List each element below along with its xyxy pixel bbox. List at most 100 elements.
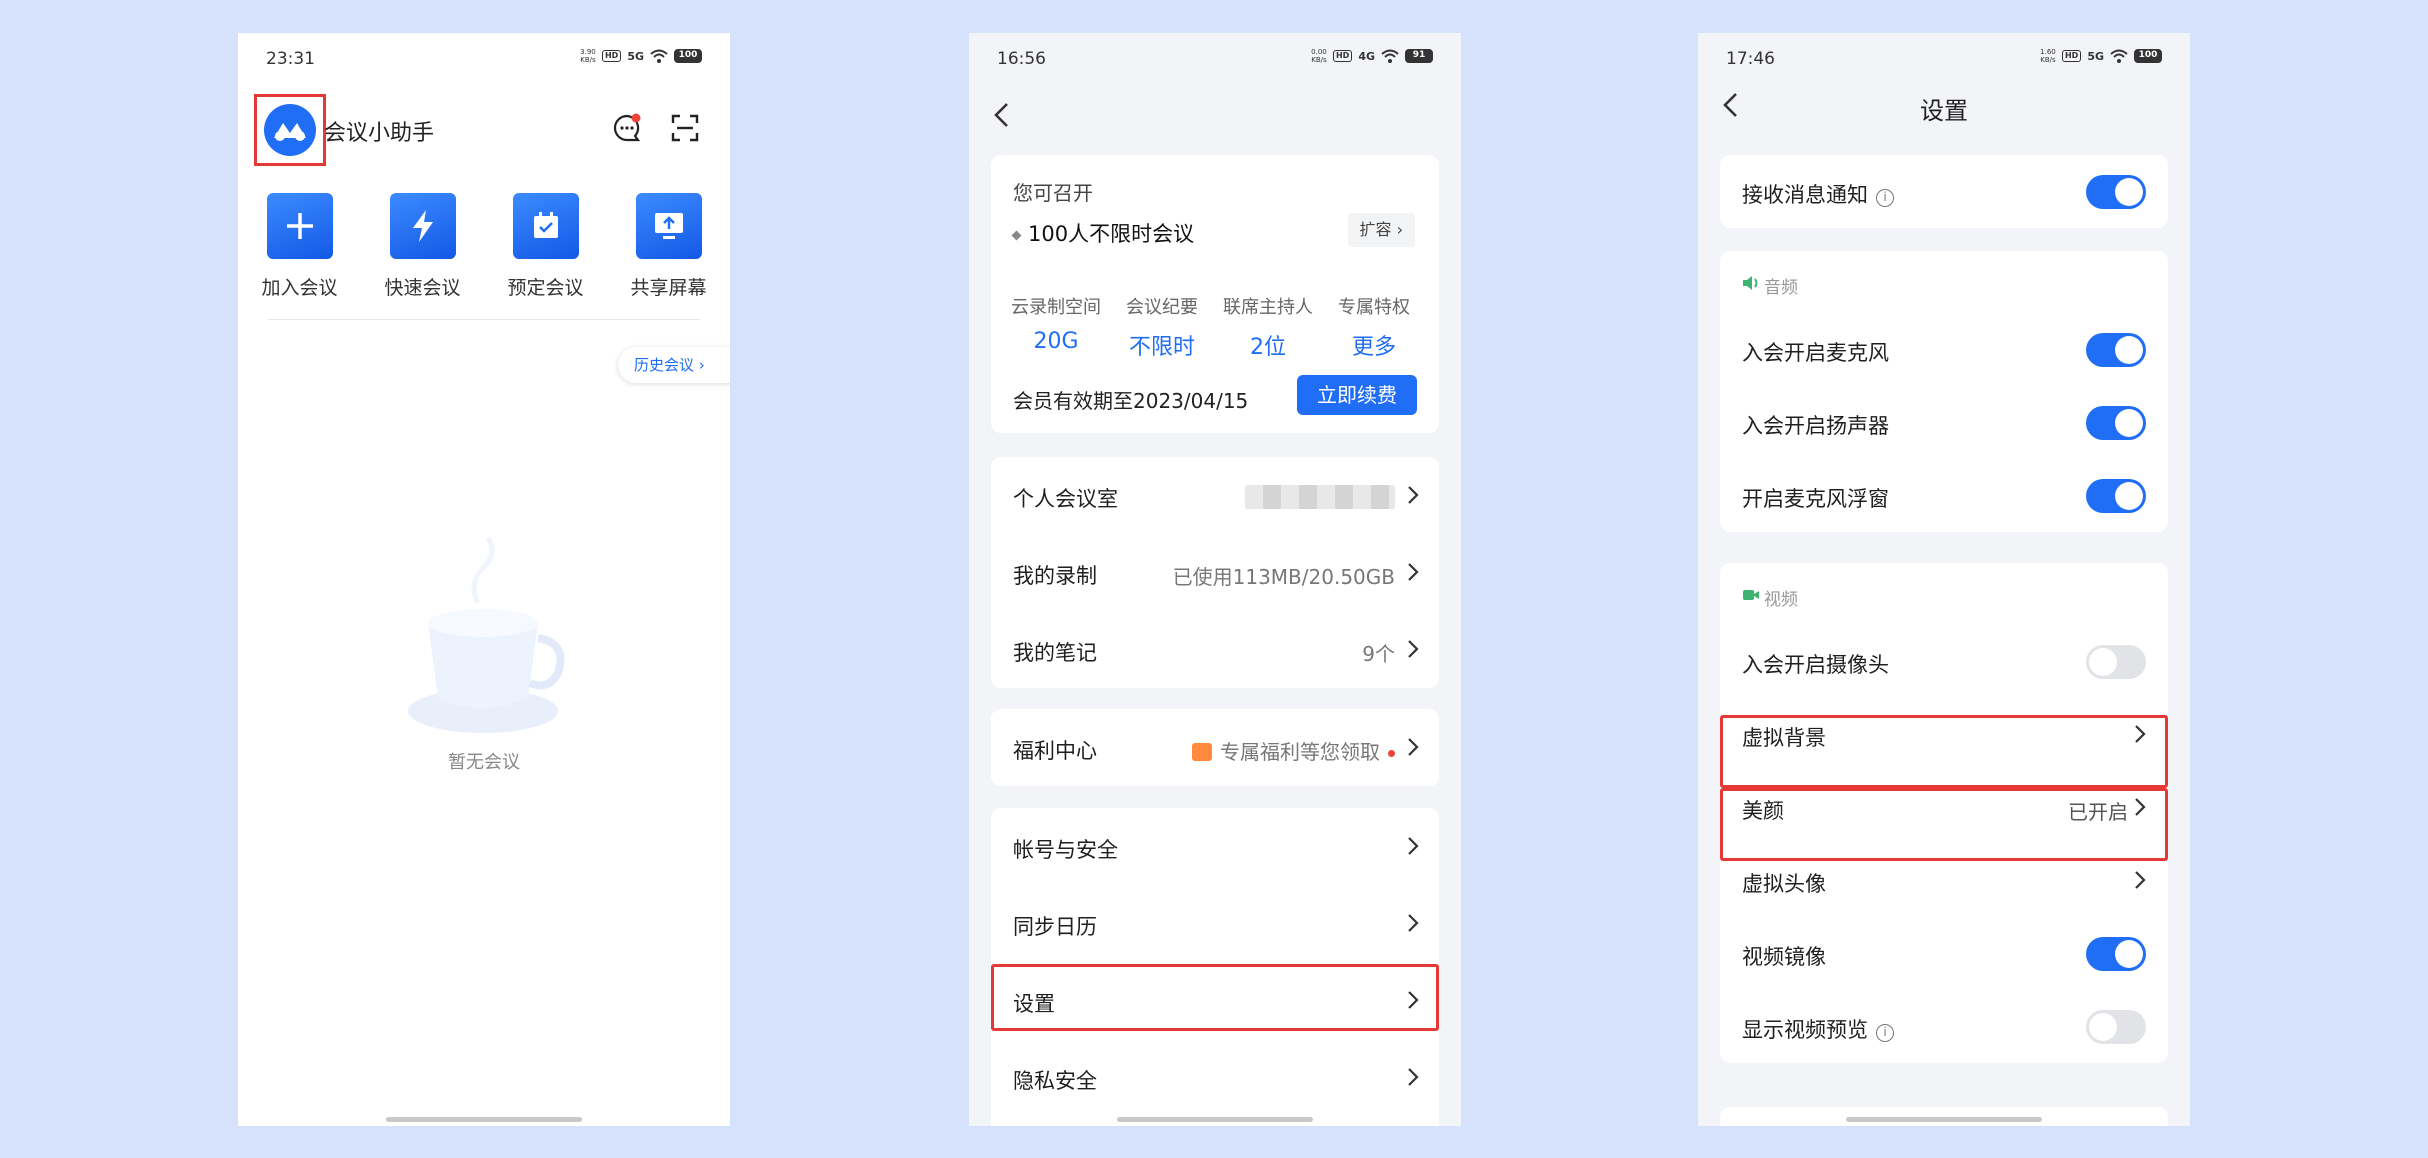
section-title: 音频	[1764, 278, 1798, 298]
privacy-security-row[interactable]: 隐私安全	[991, 1039, 1439, 1116]
perk-item[interactable]: 联席主持人 2位	[1215, 293, 1321, 361]
battery-icon: 100	[674, 49, 702, 63]
row-label: 入会开启摄像头	[1742, 653, 1889, 677]
perk-label: 云录制空间	[1011, 297, 1101, 318]
perks-list: 云录制空间 20G 会议纪要 不限时 联席主持人 2位 专属特权更多	[1003, 293, 1427, 361]
camera-toggle[interactable]	[2086, 645, 2146, 679]
meeting-home-screen: 23:31 3.90 KB/s HD 5G 100 会议小助手 加入会议 快速会…	[238, 33, 730, 1126]
history-meetings-button[interactable]: 历史会议 ›	[618, 347, 730, 383]
notification-dot	[1388, 750, 1395, 757]
logo-icon[interactable]	[264, 104, 316, 156]
row-label: 隐私安全	[1013, 1069, 1097, 1093]
row-value: 9个	[1362, 642, 1395, 666]
perk-item[interactable]: 专属特权 更多	[1321, 293, 1427, 361]
renew-button[interactable]: 立即续费	[1297, 375, 1417, 415]
signal-icon: 5G	[627, 49, 644, 63]
row-label: 开启麦克风浮窗	[1742, 487, 1889, 511]
section-title: 视频	[1764, 590, 1798, 610]
action-label: 预定会议	[507, 277, 584, 299]
speaker-on-join-row: 入会开启扬声器	[1720, 386, 2168, 459]
welfare-value: 专属福利等您领取	[1192, 736, 1395, 765]
wifi-icon	[2110, 49, 2128, 63]
perk-item[interactable]: 会议纪要 不限时	[1109, 293, 1215, 361]
join-meeting-button[interactable]: 加入会议	[238, 193, 361, 300]
history-label: 历史会议	[634, 356, 695, 374]
notify-label: 接收消息通知	[1742, 183, 1868, 207]
quick-meeting-button[interactable]: 快速会议	[361, 193, 484, 300]
chevron-right-icon	[1408, 837, 1419, 855]
home-indicator	[1117, 1117, 1313, 1122]
sync-calendar-row[interactable]: 同步日历	[991, 885, 1439, 962]
divider	[268, 319, 700, 320]
info-icon[interactable]: i	[1876, 189, 1894, 207]
signal-icon: 4G	[1358, 49, 1375, 63]
status-bar: 23:31 3.90 KB/s HD 5G 100	[238, 33, 730, 83]
settings-screen: 17:46 1.60 KB/s HD 5G 100 设置 接收消息通知 i 音频 …	[1698, 33, 2190, 1126]
mic-float-toggle[interactable]	[2086, 479, 2146, 513]
row-label: 视频镜像	[1742, 945, 1826, 969]
welfare-center-row[interactable]: 福利中心 专属福利等您领取	[991, 709, 1439, 786]
membership-card: 您可召开 100人不限时会议 扩容 › 云录制空间 20G 会议纪要 不限时 联席主…	[991, 155, 1439, 433]
account-security-row[interactable]: 帐号与安全	[991, 808, 1439, 885]
network-speed: 3.90 KB/s	[580, 48, 596, 64]
video-mirror-row: 视频镜像	[1720, 917, 2168, 990]
perk-value: 2位	[1250, 335, 1286, 360]
app-title: 会议小助手	[324, 121, 435, 146]
chevron-right-icon	[1408, 738, 1419, 756]
expand-label: 扩容	[1359, 220, 1392, 239]
my-recordings-row[interactable]: 我的录制 已使用113MB/20.50GB	[991, 534, 1439, 611]
preview-label: 显示视频预览	[1742, 1018, 1868, 1042]
perk-value: 更多	[1351, 335, 1396, 360]
info-icon[interactable]: i	[1876, 1024, 1894, 1042]
chevron-right-icon	[1408, 563, 1419, 581]
network-speed: 1.60 KB/s	[2040, 48, 2056, 64]
back-icon[interactable]	[991, 101, 1013, 129]
chevron-right-icon	[1408, 914, 1419, 932]
scan-icon[interactable]	[670, 113, 700, 143]
mirror-toggle[interactable]	[2086, 937, 2146, 971]
chevron-right-icon	[2135, 871, 2146, 889]
battery-icon: 91	[1405, 49, 1433, 63]
mic-float-window-row: 开启麦克风浮窗	[1720, 459, 2168, 532]
vip-plan-text: 100人不限时会议	[1028, 222, 1195, 246]
message-icon[interactable]	[612, 113, 642, 143]
battery-icon: 100	[2134, 49, 2162, 63]
row-label: 帐号与安全	[1013, 838, 1118, 862]
status-bar: 17:46 1.60 KB/s HD 5G 100	[1698, 33, 2190, 83]
perk-label: 专属特权	[1338, 297, 1410, 318]
expand-capacity-button[interactable]: 扩容 ›	[1347, 213, 1415, 247]
empty-state-text: 暂无会议	[448, 752, 520, 773]
row-label: 入会开启扬声器	[1742, 414, 1889, 438]
signal-icon: 5G	[2087, 49, 2104, 63]
speaker-toggle[interactable]	[2086, 406, 2146, 440]
schedule-meeting-button[interactable]: 预定会议	[484, 193, 607, 300]
virtual-background-highlight-box	[1720, 715, 2168, 788]
chevron-right-icon	[1408, 640, 1419, 658]
vip-title: 您可召开	[1013, 181, 1093, 205]
preview-toggle[interactable]	[2086, 1010, 2146, 1044]
row-label: 同步日历	[1013, 915, 1097, 939]
plus-icon	[266, 193, 333, 259]
chevron-right-icon	[1408, 1068, 1419, 1086]
vip-plan: 100人不限时会议	[1011, 218, 1195, 248]
calendar-icon	[512, 193, 579, 259]
perk-value: 20G	[1033, 329, 1079, 354]
notify-toggle[interactable]	[2086, 175, 2146, 209]
gift-icon	[1192, 743, 1212, 761]
row-value: 已使用113MB/20.50GB	[1172, 565, 1395, 589]
row-label: 入会开启麦克风	[1742, 341, 1889, 365]
perk-item[interactable]: 云录制空间 20G	[1003, 293, 1109, 361]
my-notes-row[interactable]: 我的笔记 9个	[991, 611, 1439, 688]
action-label: 快速会议	[384, 277, 461, 299]
diamond-icon	[1011, 230, 1022, 240]
personal-meeting-room-row[interactable]: 个人会议室	[991, 457, 1439, 534]
page-title: 设置	[1920, 97, 1968, 125]
welfare-group: 福利中心 专属福利等您领取	[991, 709, 1439, 786]
row-label: 我的笔记	[1013, 641, 1097, 665]
share-screen-button[interactable]: 共享屏幕	[607, 193, 730, 300]
redacted-value	[1245, 485, 1395, 509]
mic-toggle[interactable]	[2086, 333, 2146, 367]
empty-cup-illustration	[408, 536, 565, 733]
status-time: 17:46	[1726, 49, 1775, 69]
beauty-highlight-box	[1720, 788, 2168, 861]
